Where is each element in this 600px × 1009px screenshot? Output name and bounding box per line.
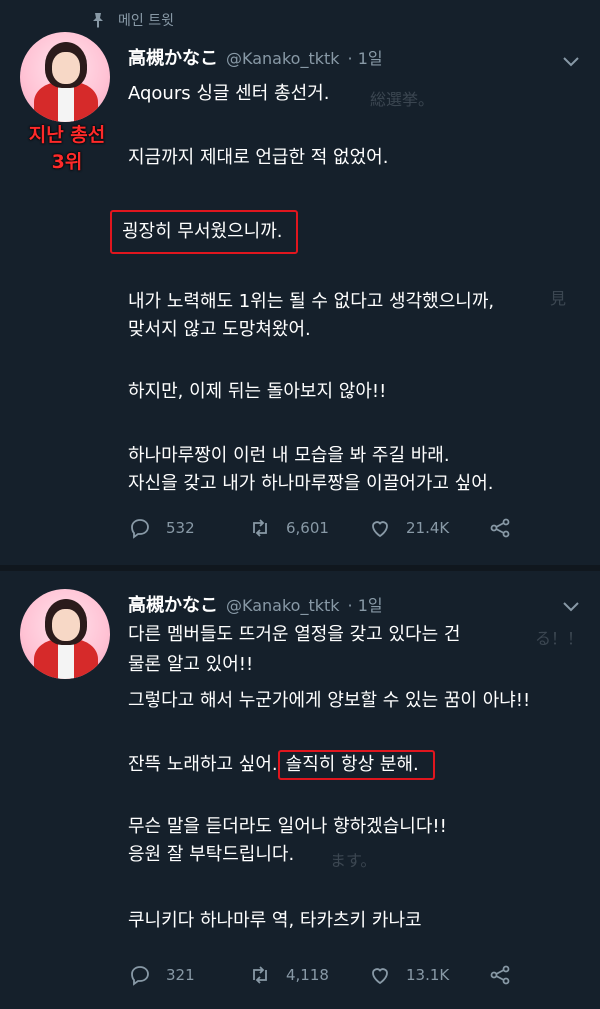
tweet-time[interactable]: · 1일 bbox=[348, 45, 383, 69]
tweet-line: 쿠니키다 하나마루 역, 타카츠키 카나코 bbox=[128, 910, 422, 931]
retweet-count: 6,601 bbox=[286, 519, 329, 537]
tweet-line: 응원 잘 부탁드립니다. bbox=[128, 844, 295, 865]
retweet-button[interactable]: 4,118 bbox=[248, 963, 368, 987]
tweet-line: 내가 노력해도 1위는 될 수 없다고 생각했으니까, bbox=[128, 291, 495, 312]
tweet-header: 高槻かなこ @Kanako_tktk · 1일 bbox=[128, 591, 383, 617]
share-button[interactable] bbox=[488, 516, 512, 540]
retweet-button[interactable]: 6,601 bbox=[248, 516, 368, 540]
author-name[interactable]: 高槻かなこ bbox=[128, 591, 218, 617]
reply-count: 532 bbox=[166, 519, 195, 537]
like-icon bbox=[372, 968, 388, 985]
chevron-down-icon[interactable] bbox=[562, 56, 580, 68]
highlighted-text: 솔직히 항상 분해. bbox=[277, 750, 435, 780]
highlighted-text: 굉장히 무서웠으니까. bbox=[110, 210, 299, 254]
tweet-line: 그렇다고 해서 누군가에게 양보할 수 있는 꿈이 아냐!! bbox=[128, 690, 531, 711]
like-icon bbox=[372, 521, 388, 538]
tweet-line: 하나마루짱이 이런 내 모습을 봐 주길 바래. bbox=[128, 445, 450, 466]
overlay-line-1: 지난 총선 bbox=[28, 124, 106, 146]
reply-count: 321 bbox=[166, 966, 195, 984]
share-button[interactable] bbox=[488, 963, 512, 987]
tweet-line: 지금까지 제대로 언급한 적 없었어. bbox=[128, 147, 389, 168]
reply-icon bbox=[131, 519, 149, 539]
author-name[interactable]: 高槻かなこ bbox=[128, 44, 218, 70]
tweet-time[interactable]: · 1일 bbox=[348, 592, 383, 616]
tweet-line: 잔뜩 노래하고 싶어. bbox=[128, 754, 278, 775]
like-count: 13.1K bbox=[406, 966, 450, 984]
retweet-icon bbox=[253, 519, 267, 537]
tweet-actions: 321 4,118 13.1K bbox=[128, 963, 512, 987]
like-count: 21.4K bbox=[406, 519, 450, 537]
like-button[interactable]: 13.1K bbox=[368, 963, 488, 987]
tweet-1[interactable]: 메인 트윗 지난 총선 3위 高槻かなこ @Kanako_tktk · 1일 総… bbox=[0, 0, 600, 565]
tweet-line: 하지만, 이제 뒤는 돌아보지 않아!! bbox=[128, 381, 387, 402]
retweet-icon bbox=[253, 966, 267, 984]
pinned-label: 메인 트윗 bbox=[118, 13, 174, 29]
share-icon bbox=[490, 518, 510, 538]
reply-icon bbox=[131, 966, 149, 986]
tweet-line: Aqours 싱글 센터 총선거. bbox=[128, 83, 330, 104]
tweet-line: 자신을 갖고 내가 하나마루짱을 이끌어가고 싶어. bbox=[128, 473, 494, 494]
avatar[interactable] bbox=[20, 589, 110, 679]
tweet-text: 다른 멤버들도 뜨거운 열정을 갖고 있다는 건 물론 알고 있어!! 그렇다고… bbox=[128, 621, 588, 935]
tweet-line: 무슨 말을 듣더라도 일어나 향하겠습니다!! bbox=[128, 816, 447, 837]
image-overlay-rank: 지난 총선 3위 bbox=[18, 122, 116, 176]
tweet-2[interactable]: 高槻かなこ @Kanako_tktk · 1일 る！！ ます。 다른 멤버들도 … bbox=[0, 571, 600, 1009]
tweet-header: 高槻かなこ @Kanako_tktk · 1일 bbox=[128, 44, 383, 70]
retweet-count: 4,118 bbox=[286, 966, 329, 984]
avatar[interactable] bbox=[20, 32, 110, 122]
author-handle[interactable]: @Kanako_tktk bbox=[226, 49, 340, 68]
pinned-indicator: 메인 트윗 bbox=[90, 10, 174, 30]
tweet-line: 다른 멤버들도 뜨거운 열정을 갖고 있다는 건 bbox=[128, 624, 461, 645]
chevron-down-icon[interactable] bbox=[562, 601, 580, 613]
overlay-line-2: 3위 bbox=[51, 151, 83, 173]
tweet-actions: 532 6,601 21.4K bbox=[128, 516, 512, 540]
like-button[interactable]: 21.4K bbox=[368, 516, 488, 540]
tweet-line: 물론 알고 있어!! bbox=[128, 654, 254, 675]
reply-button[interactable]: 321 bbox=[128, 963, 248, 987]
pin-icon bbox=[93, 13, 103, 28]
author-handle[interactable]: @Kanako_tktk bbox=[226, 596, 340, 615]
tweet-line: 맞서지 않고 도망쳐왔어. bbox=[128, 319, 311, 340]
tweet-text: Aqours 싱글 센터 총선거. 지금까지 제대로 언급한 적 없었어. 굉장… bbox=[110, 80, 588, 498]
reply-button[interactable]: 532 bbox=[128, 516, 248, 540]
share-icon bbox=[490, 965, 510, 985]
